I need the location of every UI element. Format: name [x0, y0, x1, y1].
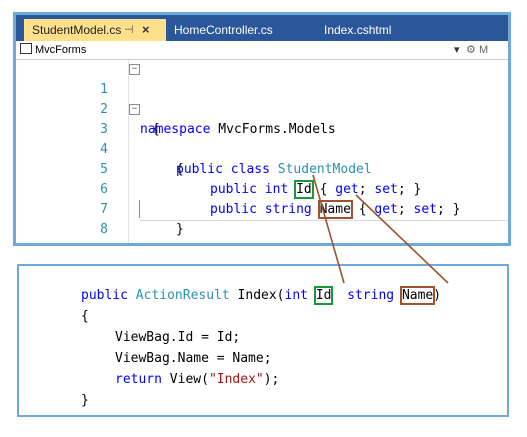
code-line: 1 − namespace MvcForms.Models	[16, 60, 508, 137]
return-statement: return View("Index");	[115, 372, 280, 387]
close-icon[interactable]: ×	[142, 19, 150, 41]
close-brace: }	[81, 393, 89, 408]
document-tab-bar: StudentModel.cs ⊣ × HomeController.cs In…	[16, 15, 508, 41]
type-dropdown-label: M	[478, 44, 489, 56]
text-cursor	[139, 200, 140, 218]
code-line: 8 }	[16, 200, 508, 243]
tab-index-cshtml[interactable]: Index.cshtml	[316, 19, 391, 41]
tab-studentmodel[interactable]: StudentModel.cs ⊣ ×	[24, 19, 166, 41]
name-parameter-highlight: Name	[399, 286, 436, 305]
collapse-icon[interactable]: −	[129, 64, 140, 75]
code-editor[interactable]: 1 − namespace MvcForms.Models 2 { 3 − pu…	[16, 60, 508, 243]
code-line: 6 public string Name { get; set; }	[16, 160, 508, 219]
tab-label: StudentModel.cs	[32, 23, 122, 37]
id-parameter-highlight: Id	[313, 286, 334, 305]
project-icon	[20, 43, 32, 54]
tab-label: Index.cshtml	[324, 23, 392, 37]
line-number: 8	[100, 222, 108, 237]
tab-label: HomeController.cs	[174, 23, 273, 37]
code-line: 3 − public class StudentModel	[16, 100, 508, 177]
navigation-bar: MvcForms ▾ ⚙ M	[16, 41, 508, 60]
controller-code-panel: public ActionResult Index(int Id string …	[17, 264, 509, 417]
pin-icon[interactable]: ⊣	[124, 19, 134, 41]
statement: ViewBag.Name = Name;	[115, 351, 272, 366]
close-brace: }	[144, 240, 152, 243]
close-brace: }	[176, 222, 184, 237]
project-name: MvcForms	[35, 44, 87, 56]
type-dropdown[interactable]: ⚙ M	[466, 43, 488, 56]
method-signature: public ActionResult Index(int Id string …	[81, 286, 442, 305]
editor-window: StudentModel.cs ⊣ × HomeController.cs In…	[13, 12, 511, 246]
return-type: ActionResult	[135, 288, 230, 303]
code-line: 7 }	[16, 180, 508, 237]
open-brace: {	[81, 309, 89, 324]
statement: ViewBag.Id = Id;	[115, 330, 241, 345]
project-dropdown[interactable]: MvcForms	[20, 43, 86, 56]
collapse-icon[interactable]: −	[129, 104, 140, 115]
current-line-indicator	[139, 220, 508, 221]
code-line: 2 {	[16, 80, 508, 137]
dropdown-arrow-icon[interactable]: ▾	[454, 43, 460, 56]
tab-homecontroller[interactable]: HomeController.cs	[166, 19, 273, 41]
class-icon: ⚙	[466, 44, 476, 56]
code-line: 5 public int Id { get; set; }	[16, 140, 508, 199]
code-line: 4 {	[16, 120, 508, 177]
